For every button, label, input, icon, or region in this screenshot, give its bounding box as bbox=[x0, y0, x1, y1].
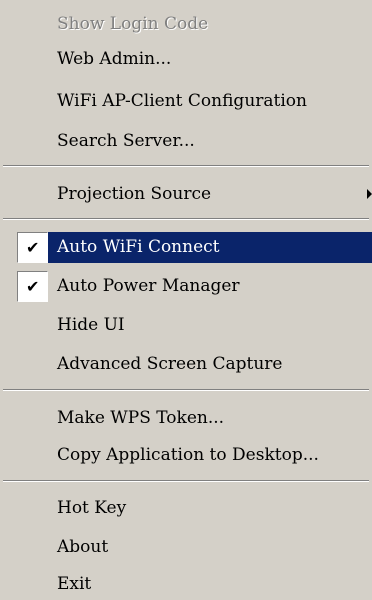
menu-item-label: Make WPS Token... bbox=[57, 408, 225, 428]
menu-item-label: Projection Source bbox=[57, 184, 212, 204]
menu-item-label: Advanced Screen Capture bbox=[57, 354, 283, 374]
checkmark-icon: ✔ bbox=[26, 238, 40, 257]
menu-item-label: Auto Power Manager bbox=[57, 276, 240, 296]
menu-item-show-login-code[interactable]: Show Login Code bbox=[0, 9, 372, 40]
menu-item-label: Search Server... bbox=[57, 131, 195, 151]
menu-item-projection-source[interactable]: Projection Source bbox=[0, 179, 372, 210]
menu-item-label: Hot Key bbox=[57, 498, 127, 518]
menu-item-label: Auto WiFi Connect bbox=[57, 237, 220, 257]
menu-item-auto-wifi-connect[interactable]: Auto WiFi Connect bbox=[48, 232, 372, 263]
menu-item-label: Exit bbox=[57, 574, 92, 594]
menu-item-copy-application-to-desktop[interactable]: Copy Application to Desktop... bbox=[0, 440, 372, 471]
submenu-arrow-icon bbox=[367, 189, 372, 199]
menu-item-label: WiFi AP-Client Configuration bbox=[57, 91, 307, 111]
menu-item-label: Copy Application to Desktop... bbox=[57, 445, 319, 465]
auto-wifi-connect-checkbox[interactable]: ✔ bbox=[17, 232, 48, 263]
menu-item-label: About bbox=[57, 537, 109, 557]
menu-separator bbox=[3, 165, 369, 167]
menu-item-wifi-ap-client-configuration[interactable]: WiFi AP-Client Configuration bbox=[0, 86, 372, 117]
menu-item-label: Web Admin... bbox=[57, 49, 172, 69]
tray-context-menu: Show Login Code Web Admin... WiFi AP-Cli… bbox=[0, 0, 372, 600]
menu-item-hide-ui[interactable]: Hide UI bbox=[0, 310, 372, 341]
menu-item-label: Hide UI bbox=[57, 315, 125, 335]
menu-separator bbox=[3, 218, 369, 220]
menu-item-about[interactable]: About bbox=[0, 532, 372, 563]
menu-item-make-wps-token[interactable]: Make WPS Token... bbox=[0, 403, 372, 434]
menu-separator bbox=[3, 480, 369, 482]
menu-item-advanced-screen-capture[interactable]: Advanced Screen Capture bbox=[0, 349, 372, 380]
menu-separator bbox=[3, 389, 369, 391]
menu-item-web-admin[interactable]: Web Admin... bbox=[0, 44, 372, 75]
menu-item-hot-key[interactable]: Hot Key bbox=[0, 493, 372, 524]
menu-item-label: Show Login Code bbox=[57, 14, 209, 34]
menu-item-search-server[interactable]: Search Server... bbox=[0, 126, 372, 157]
menu-item-auto-power-manager[interactable]: Auto Power Manager bbox=[0, 271, 372, 302]
menu-item-exit[interactable]: Exit bbox=[0, 569, 372, 600]
